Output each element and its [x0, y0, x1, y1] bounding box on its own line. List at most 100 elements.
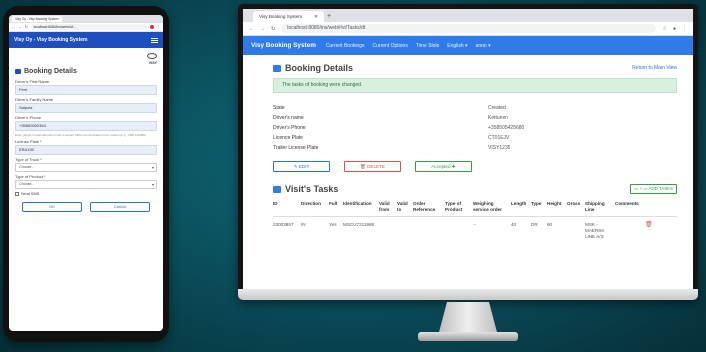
- send-sms-label: Send SMS: [21, 192, 40, 196]
- col-valid-to: Valid to: [397, 200, 413, 217]
- logo-text: VISY: [148, 61, 157, 65]
- desktop-tab-title: Visy Booking System: [259, 14, 303, 19]
- col-type-of-product: Type of Product: [445, 200, 473, 217]
- navbar-brand[interactable]: Visy Booking System: [251, 42, 316, 49]
- truck-icon: [273, 64, 281, 72]
- ok-button[interactable]: OK: [22, 202, 82, 212]
- detail-value: +358505425680: [488, 125, 525, 131]
- first-name-field[interactable]: Ferri: [15, 85, 157, 95]
- desktop-browser-tab[interactable]: Visy Booking System ✕: [253, 11, 324, 22]
- detail-value: VISY1235: [488, 145, 511, 151]
- phone-browser-tab[interactable]: Visy Oy - Visy Booking System: [12, 16, 62, 22]
- truck-type-label: Type of Truck *: [15, 157, 42, 162]
- cell-type: DR: [531, 222, 538, 227]
- nav-language-dropdown[interactable]: English ▾: [447, 43, 467, 49]
- table-row: 23003857 IN Yes MSCU7211988 -- 40 DR 90: [273, 217, 677, 241]
- family-name-field[interactable]: Saipola: [15, 103, 157, 113]
- cell-shipping-line: MSK - MAERSK LINE A/S: [585, 222, 605, 239]
- cell-length: 40: [511, 222, 517, 227]
- phone-field[interactable]: +35850000364: [15, 121, 157, 131]
- col-type: Type: [531, 200, 547, 217]
- forward-icon[interactable]: →: [260, 26, 265, 32]
- delete-button[interactable]: 🗑 DELETE: [344, 161, 401, 172]
- nav-current-options[interactable]: Current Options: [373, 43, 408, 49]
- truck-type-select[interactable]: Choose...: [15, 163, 157, 172]
- desktop-url-input[interactable]: localhost:8080/ins/web#/vi/Tasks/dt: [281, 24, 657, 33]
- phone-label: Driver's Phone: [15, 115, 42, 120]
- trash-icon[interactable]: 🗑: [645, 222, 653, 228]
- nav-time-slots[interactable]: Time Slots: [416, 43, 439, 49]
- col-shipping-line: Shipping Line: [585, 200, 615, 217]
- tasks-title: Visit's Tasks: [273, 184, 338, 194]
- col-weighing-service-order: Weighing service order: [473, 200, 511, 217]
- cell-full: Yes: [329, 222, 337, 227]
- profile-icon[interactable]: [149, 25, 154, 29]
- desktop-screen: Visy Booking System ✕ + ← → ↻ localhost:…: [243, 9, 693, 289]
- detail-label: Driver's Phone: [273, 125, 306, 131]
- phone-screen: Visy Oy - Visy Booking System ← → ↻ loca…: [9, 15, 163, 331]
- success-alert: The tasks of booking were changed.: [273, 78, 677, 93]
- col-id: ID: [273, 200, 301, 217]
- monitor-stand-base: [418, 332, 518, 341]
- col-full: Full: [329, 200, 343, 217]
- monitor-chin: [238, 289, 698, 300]
- back-icon[interactable]: ←: [249, 26, 254, 32]
- detail-label: Driver's name: [273, 115, 304, 121]
- phone-url-bar: ← → ↻ localhost:8080/ins/web#/vi... ⋮: [9, 23, 163, 32]
- desktop-page-title-text: Booking Details: [285, 63, 354, 73]
- col-actions: [645, 200, 677, 217]
- cell-direction: IN: [301, 222, 306, 227]
- menu-dots-icon[interactable]: ⋮: [682, 26, 687, 32]
- truck-icon: [15, 69, 21, 74]
- col-comments: Comments: [615, 200, 645, 217]
- col-height: Height: [547, 200, 567, 217]
- star-icon[interactable]: ☆: [662, 26, 666, 32]
- close-tab-icon[interactable]: ✕: [314, 11, 318, 22]
- phone-url-input[interactable]: localhost:8080/ins/web#/vi...: [30, 24, 147, 30]
- product-type-select[interactable]: Choose...: [15, 180, 157, 189]
- forward-icon[interactable]: →: [18, 25, 21, 29]
- cell-order-reference: [413, 217, 445, 241]
- return-to-main-link[interactable]: Return to Main View: [632, 65, 677, 71]
- col-gross: Gross: [567, 200, 585, 217]
- add-tasks-button[interactable]: ▭ + ▭ ADD TASKS: [630, 184, 677, 194]
- cell-valid-to: [397, 217, 413, 241]
- detail-value: Created: [488, 105, 506, 111]
- back-icon[interactable]: ←: [12, 25, 15, 29]
- cell-height: 90: [547, 222, 553, 227]
- license-plate-label: License Plate *: [15, 139, 42, 144]
- accepted-button[interactable]: Accepted ✚: [415, 161, 472, 172]
- detail-value: CT01EJV: [488, 135, 510, 141]
- reload-icon[interactable]: ↻: [271, 26, 275, 32]
- detail-label: Licence Plate: [273, 135, 304, 141]
- cancel-button[interactable]: Cancel: [90, 202, 150, 212]
- menu-dots-icon[interactable]: ⋮: [157, 25, 160, 29]
- col-identification: Identification: [343, 200, 379, 217]
- license-plate-field[interactable]: ERA190: [15, 145, 157, 155]
- send-sms-checkbox[interactable]: [15, 192, 19, 196]
- hamburger-menu-icon[interactable]: [151, 37, 158, 43]
- new-tab-icon[interactable]: +: [327, 11, 331, 22]
- cell-actions: 🗑: [645, 217, 677, 241]
- send-sms-checkbox-row[interactable]: Send SMS: [15, 192, 157, 196]
- nav-current-bookings[interactable]: Current Bookings: [326, 43, 365, 49]
- cell-valid-from: [379, 217, 397, 241]
- family-name-label: Driver's Family Name: [15, 97, 54, 102]
- tasks-title-text: Visit's Tasks: [285, 184, 339, 194]
- monitor-stand-neck: [438, 302, 498, 336]
- detail-value: Kettunen: [488, 115, 509, 121]
- phone-app-header: Visy Oy - Visy Booking System: [9, 32, 163, 48]
- cell-comments: [615, 217, 645, 241]
- tasks-table: ID Direction Full Identification Valid f…: [273, 200, 677, 240]
- monitor-device: Visy Booking System ✕ + ← → ↻ localhost:…: [238, 4, 698, 300]
- phone-device: Visy Oy - Visy Booking System ← → ↻ loca…: [3, 6, 169, 342]
- edit-button[interactable]: ✎ EDIT: [273, 161, 330, 172]
- phone-form-buttons: OK Cancel: [15, 202, 157, 212]
- phone-tab-bar: Visy Oy - Visy Booking System: [9, 15, 163, 23]
- detail-label: State: [273, 105, 285, 111]
- reload-icon[interactable]: ↻: [25, 25, 28, 29]
- first-name-label: Driver's First Name: [15, 79, 50, 84]
- desktop-page-title: Booking Details: [273, 63, 353, 73]
- nav-user-dropdown[interactable]: anon ▾: [476, 43, 491, 49]
- profile-icon[interactable]: ●: [673, 26, 676, 32]
